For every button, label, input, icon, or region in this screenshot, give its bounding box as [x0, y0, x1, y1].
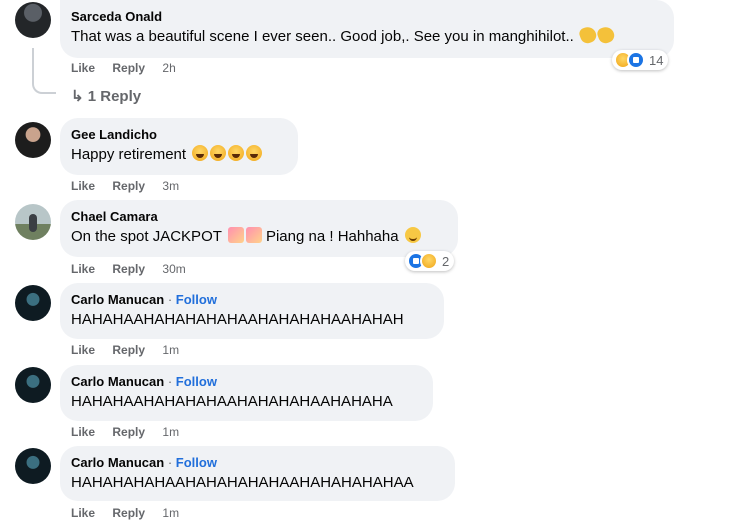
rolling-laughing-icon — [210, 145, 227, 161]
reaction-count: 14 — [649, 52, 664, 68]
avatar[interactable] — [15, 122, 51, 158]
comment-bubble: Sarceda Onald That was a beautiful scene… — [60, 0, 674, 58]
comment-bubble: Carlo Manucan · Follow HAHAHAAHAHAHAHAHA… — [60, 283, 444, 339]
comment-author[interactable]: Chael Camara — [71, 208, 446, 225]
comment-actions: Like Reply 2h — [71, 61, 190, 75]
like-button[interactable]: Like — [71, 343, 95, 357]
comment-actions: Like Reply 1m — [71, 425, 193, 439]
like-button[interactable]: Like — [71, 61, 95, 75]
comment-text-body: That was a beautiful scene I ever seen..… — [71, 28, 574, 45]
like-button[interactable]: Like — [71, 425, 95, 439]
reply-button[interactable]: Reply — [112, 425, 145, 439]
clapping-hands-icon — [595, 24, 617, 46]
view-replies-button[interactable]: ↳ 1 Reply — [71, 87, 141, 105]
avatar[interactable] — [15, 2, 51, 38]
comment-text: HAHAHAHAHAAHAHAHAHAHAAHAHAHAHAHAA — [71, 474, 414, 491]
rolling-laughing-icon — [192, 145, 209, 161]
avatar[interactable] — [15, 285, 51, 321]
comment-time[interactable]: 1m — [162, 506, 179, 520]
comment-time[interactable]: 1m — [162, 343, 179, 357]
avatar[interactable] — [15, 448, 51, 484]
follow-button[interactable]: Follow — [176, 292, 217, 307]
avatar[interactable] — [15, 367, 51, 403]
comment-time[interactable]: 2h — [162, 61, 175, 75]
comment-bubble: Carlo Manucan · Follow HAHAHAHAHAAHAHAHA… — [60, 446, 455, 501]
comment-author[interactable]: Carlo Manucan — [71, 292, 164, 307]
comment-bubble: Chael Camara On the spot JACKPOT Piang n… — [60, 200, 458, 257]
comment-text: That was a beautiful scene I ever seen..… — [71, 24, 662, 47]
comment-actions: Like Reply 1m — [71, 343, 193, 357]
comment-text-body: Happy retirement — [71, 146, 187, 163]
reply-button[interactable]: Reply — [112, 506, 145, 520]
reply-arrow-icon: ↳ — [71, 88, 84, 105]
like-button[interactable]: Like — [71, 506, 95, 520]
rolling-laughing-icon — [228, 145, 245, 161]
comment-time[interactable]: 30m — [162, 262, 185, 276]
party-popper-icon — [245, 227, 262, 243]
comment-text: Happy retirement — [71, 145, 286, 165]
comment-author[interactable]: Carlo Manucan — [71, 374, 164, 389]
comment-author-line: Carlo Manucan · Follow — [71, 454, 443, 471]
reaction-summary[interactable]: 14 — [612, 50, 669, 70]
comment-author[interactable]: Gee Landicho — [71, 126, 286, 143]
comment-author[interactable]: Sarceda Onald — [71, 8, 662, 25]
reply-button[interactable]: Reply — [112, 61, 145, 75]
follow-button[interactable]: Follow — [176, 374, 217, 389]
comment-text: HAHAHAAHAHAHAHAAHAHAHAHAAHAHAHA — [71, 393, 393, 410]
comment-text-tail: Piang na ! Hahhaha — [265, 228, 399, 245]
comment-actions: Like Reply 1m — [71, 506, 193, 520]
like-button[interactable]: Like — [71, 262, 95, 276]
confetti-icon — [227, 227, 244, 243]
comment-time[interactable]: 1m — [162, 425, 179, 439]
thread-line — [32, 48, 56, 94]
comment-bubble: Carlo Manucan · Follow HAHAHAAHAHAHAHAAH… — [60, 365, 433, 421]
reaction-count: 2 — [442, 253, 450, 269]
comment-actions: Like Reply 30m — [71, 262, 200, 276]
like-icon — [627, 51, 645, 69]
reply-button[interactable]: Reply — [112, 179, 145, 193]
rolling-laughing-icon — [246, 145, 263, 161]
reply-button[interactable]: Reply — [112, 343, 145, 357]
comment-bubble: Gee Landicho Happy retirement — [60, 118, 298, 175]
smile-icon — [404, 227, 421, 243]
reaction-summary[interactable]: 2 — [405, 251, 455, 271]
comment-author[interactable]: Carlo Manucan — [71, 455, 164, 470]
comment-text-body: On the spot JACKPOT — [71, 228, 222, 245]
follow-button[interactable]: Follow — [176, 455, 217, 470]
comment-text: On the spot JACKPOT Piang na ! Hahhaha — [71, 227, 446, 247]
comment-author-line: Carlo Manucan · Follow — [71, 291, 432, 308]
separator-dot: · — [167, 374, 173, 389]
separator-dot: · — [167, 292, 173, 307]
comment-text: HAHAHAAHAHAHAHAHAAHAHAHAHAAHAHAH — [71, 311, 404, 328]
comment-actions: Like Reply 3m — [71, 179, 193, 193]
comment-time[interactable]: 3m — [162, 179, 179, 193]
reply-button[interactable]: Reply — [112, 262, 145, 276]
haha-icon — [420, 252, 438, 270]
clapping-hands-icon — [577, 24, 599, 46]
avatar[interactable] — [15, 204, 51, 240]
separator-dot: · — [167, 455, 173, 470]
replies-label: 1 Reply — [87, 88, 142, 105]
like-button[interactable]: Like — [71, 179, 95, 193]
comment-author-line: Carlo Manucan · Follow — [71, 373, 421, 390]
